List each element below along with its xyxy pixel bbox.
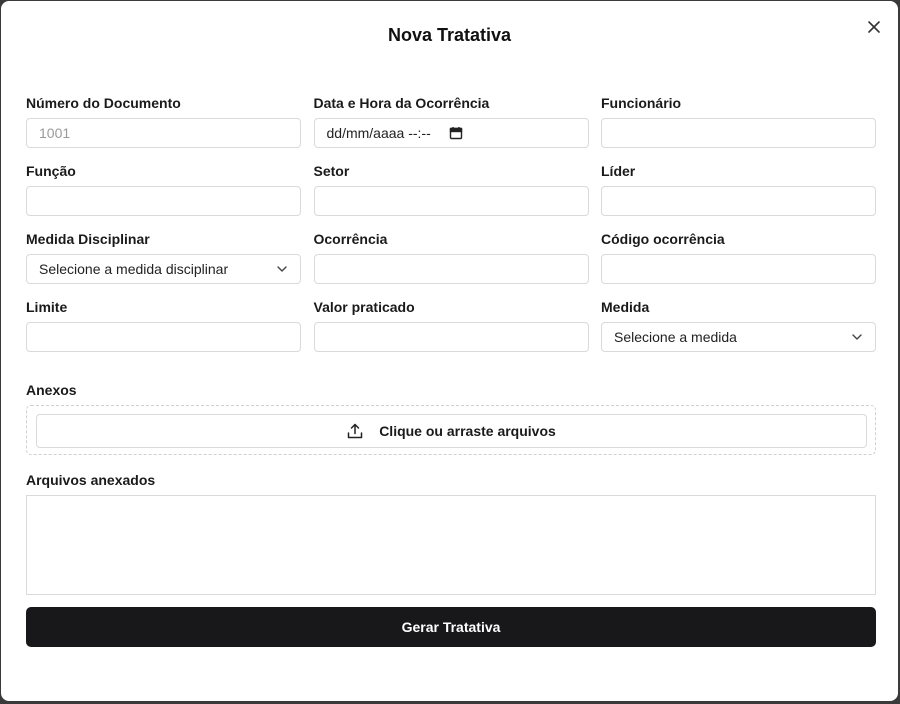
medida-field: Medida Selecione a medida xyxy=(601,298,876,352)
nova-tratativa-dialog: Nova Tratativa Número do Documento 1001 … xyxy=(1,1,898,701)
limite-input[interactable] xyxy=(26,322,301,352)
chevron-down-icon xyxy=(852,334,862,340)
upload-label: Clique ou arraste arquivos xyxy=(379,423,556,439)
codigo-ocorrencia-field: Código ocorrência xyxy=(601,230,876,284)
limite-field: Limite xyxy=(26,298,301,352)
codigo-ocorrencia-input[interactable] xyxy=(601,254,876,284)
form-grid: Número do Documento 1001 Data e Hora da … xyxy=(26,94,876,352)
funcionario-field: Funcionário xyxy=(601,94,876,148)
funcao-input[interactable] xyxy=(26,186,301,216)
setor-label: Setor xyxy=(313,163,350,179)
data-hora-input[interactable]: dd/mm/aaaa --:-- xyxy=(313,118,589,148)
funcao-label: Função xyxy=(26,163,76,179)
numero-documento-input[interactable]: 1001 xyxy=(26,118,301,148)
close-button[interactable] xyxy=(862,15,886,39)
medida-disciplinar-field: Medida Disciplinar Selecione a medida di… xyxy=(26,230,301,284)
upload-icon xyxy=(347,423,363,439)
codigo-ocorrencia-label: Código ocorrência xyxy=(601,231,725,247)
ocorrencia-field: Ocorrência xyxy=(313,230,589,284)
lider-field: Líder xyxy=(601,162,876,216)
valor-praticado-label: Valor praticado xyxy=(313,299,415,315)
valor-praticado-field: Valor praticado xyxy=(313,298,589,352)
limite-label: Limite xyxy=(26,299,68,315)
ocorrencia-label: Ocorrência xyxy=(313,231,388,247)
arquivos-anexados-list xyxy=(26,495,876,595)
data-hora-field: Data e Hora da Ocorrência dd/mm/aaaa --:… xyxy=(313,94,589,148)
medida-disciplinar-label: Medida Disciplinar xyxy=(26,231,150,247)
numero-documento-label: Número do Documento xyxy=(26,95,181,111)
medida-label: Medida xyxy=(601,299,650,315)
setor-input[interactable] xyxy=(313,186,589,216)
valor-praticado-input[interactable] xyxy=(313,322,589,352)
setor-field: Setor xyxy=(313,162,589,216)
lider-input[interactable] xyxy=(601,186,876,216)
data-hora-value: dd/mm/aaaa --:-- xyxy=(326,125,431,141)
gerar-tratativa-button[interactable]: Gerar Tratativa xyxy=(26,607,876,647)
ocorrencia-input[interactable] xyxy=(313,254,589,284)
funcao-field: Função xyxy=(26,162,301,216)
numero-documento-field: Número do Documento 1001 xyxy=(26,94,301,148)
close-icon xyxy=(868,21,880,33)
calendar-icon[interactable] xyxy=(449,126,463,140)
arquivos-anexados-label: Arquivos anexados xyxy=(26,472,156,488)
upload-button[interactable]: Clique ou arraste arquivos xyxy=(36,414,867,448)
medida-selected: Selecione a medida xyxy=(614,329,737,345)
funcionario-input[interactable] xyxy=(601,118,876,148)
funcionario-label: Funcionário xyxy=(601,95,682,111)
medida-disciplinar-selected: Selecione a medida disciplinar xyxy=(39,261,229,277)
chevron-down-icon xyxy=(277,266,287,272)
medida-select[interactable]: Selecione a medida xyxy=(601,322,876,352)
anexos-label: Anexos xyxy=(26,382,77,398)
file-dropzone[interactable]: Clique ou arraste arquivos xyxy=(26,405,876,455)
data-hora-label: Data e Hora da Ocorrência xyxy=(313,95,490,111)
dialog-title: Nova Tratativa xyxy=(387,25,512,45)
medida-disciplinar-select[interactable]: Selecione a medida disciplinar xyxy=(26,254,301,284)
lider-label: Líder xyxy=(601,163,636,179)
